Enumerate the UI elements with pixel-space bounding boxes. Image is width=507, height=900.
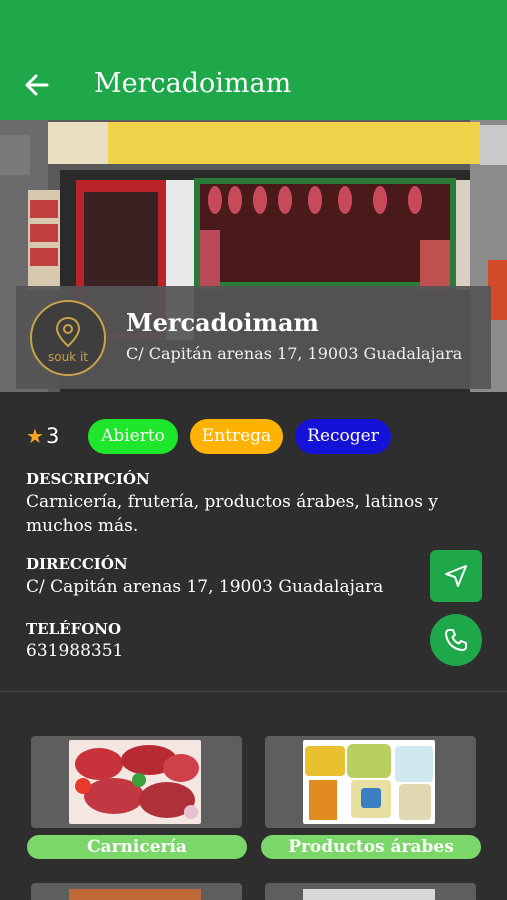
page-title: Mercadoimam bbox=[94, 68, 292, 99]
chip-pickup: Recoger bbox=[295, 419, 391, 454]
address-label: DIRECCIÓN bbox=[26, 555, 128, 573]
address-text: C/ Capitán arenas 17, 19003 Guadalajara bbox=[26, 577, 384, 597]
category-card[interactable] bbox=[31, 883, 242, 900]
category-image bbox=[303, 889, 435, 900]
phone-label: TELÉFONO bbox=[26, 620, 122, 638]
description-label: DESCRIPCIÓN bbox=[26, 470, 150, 488]
category-label-productos-arabes[interactable]: Productos árabes bbox=[261, 835, 481, 859]
back-arrow-icon[interactable] bbox=[22, 70, 52, 100]
store-logo: souk it bbox=[30, 300, 106, 376]
store-name: Mercadoimam bbox=[126, 308, 319, 337]
app-bar: Mercadoimam bbox=[0, 0, 507, 120]
category-card[interactable] bbox=[265, 883, 476, 900]
chip-delivery: Entrega bbox=[190, 419, 283, 454]
description-text: Carnicería, frutería, productos árabes, … bbox=[26, 492, 438, 536]
logo-text: souk it bbox=[47, 350, 88, 364]
call-button[interactable] bbox=[430, 614, 482, 666]
status-chip-open: Abierto bbox=[88, 419, 178, 454]
star-icon: ★ bbox=[26, 424, 44, 448]
store-address: C/ Capitán arenas 17, 19003 Guadalajara bbox=[126, 344, 463, 363]
arab-products-image bbox=[303, 740, 435, 824]
divider bbox=[0, 691, 507, 692]
category-image bbox=[69, 889, 201, 900]
store-info-card: souk it Mercadoimam C/ Capitán arenas 17… bbox=[16, 286, 491, 389]
meat-image bbox=[69, 740, 201, 824]
navigate-button[interactable] bbox=[430, 550, 482, 602]
rating-value: 3 bbox=[45, 424, 60, 448]
phone-text: 631988351 bbox=[26, 641, 124, 661]
phone-icon bbox=[445, 629, 467, 651]
category-card-carniceria[interactable] bbox=[31, 736, 242, 828]
category-label-carniceria[interactable]: Carnicería bbox=[27, 835, 247, 859]
rating: ★3 bbox=[26, 424, 59, 448]
navigation-arrow-icon bbox=[445, 565, 467, 587]
category-card-productos-arabes[interactable] bbox=[265, 736, 476, 828]
